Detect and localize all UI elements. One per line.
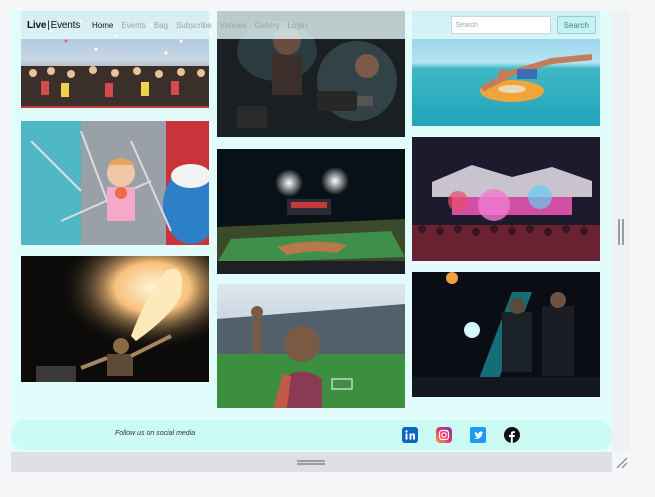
page-frame: Live|Events Home Events Bag Subscribe Ve…: [11, 11, 612, 452]
horizontal-resize-handle[interactable]: [297, 460, 325, 465]
resize-grip-icon[interactable]: [614, 455, 628, 469]
nav-login[interactable]: Login: [288, 21, 308, 30]
linkedin-icon[interactable]: [402, 427, 418, 443]
gallery-photo-girl-tinsel[interactable]: [21, 121, 209, 245]
footer-follow-text: Follow us on social media: [115, 430, 196, 437]
nav-home[interactable]: Home: [92, 21, 113, 30]
nav-bag[interactable]: Bag: [154, 21, 168, 30]
footer-bar: Follow us on social media: [11, 420, 612, 450]
brand-separator: |: [47, 19, 50, 31]
search-area: Search: [450, 16, 596, 34]
facebook-icon[interactable]: [504, 427, 520, 443]
top-navbar: Live|Events Home Events Bag Subscribe Ve…: [21, 11, 600, 39]
gallery-photo-fire-breather[interactable]: [21, 256, 209, 382]
nav-links: Home Events Bag Subscribe Venues Gallery…: [92, 21, 315, 30]
nav-events[interactable]: Events: [121, 21, 145, 30]
nav-venues[interactable]: Venues: [220, 21, 247, 30]
vertical-resize-handle[interactable]: [618, 219, 624, 245]
brand-events: Events: [50, 19, 81, 31]
gallery-photo-football-fan[interactable]: [217, 284, 405, 408]
gallery-photo-festival-stage[interactable]: [412, 137, 600, 261]
gallery-photo-performers-light[interactable]: [412, 272, 600, 397]
brand-live: Live: [27, 19, 47, 31]
nav-gallery[interactable]: Gallery: [254, 21, 279, 30]
search-input[interactable]: [450, 16, 551, 34]
instagram-icon[interactable]: [436, 427, 452, 443]
brand-logo[interactable]: Live|Events: [27, 20, 80, 31]
gallery-photo-stadium-night[interactable]: [217, 149, 405, 274]
twitter-icon[interactable]: [470, 427, 486, 443]
nav-subscribe[interactable]: Subscribe: [176, 21, 212, 30]
search-button[interactable]: Search: [556, 16, 596, 34]
